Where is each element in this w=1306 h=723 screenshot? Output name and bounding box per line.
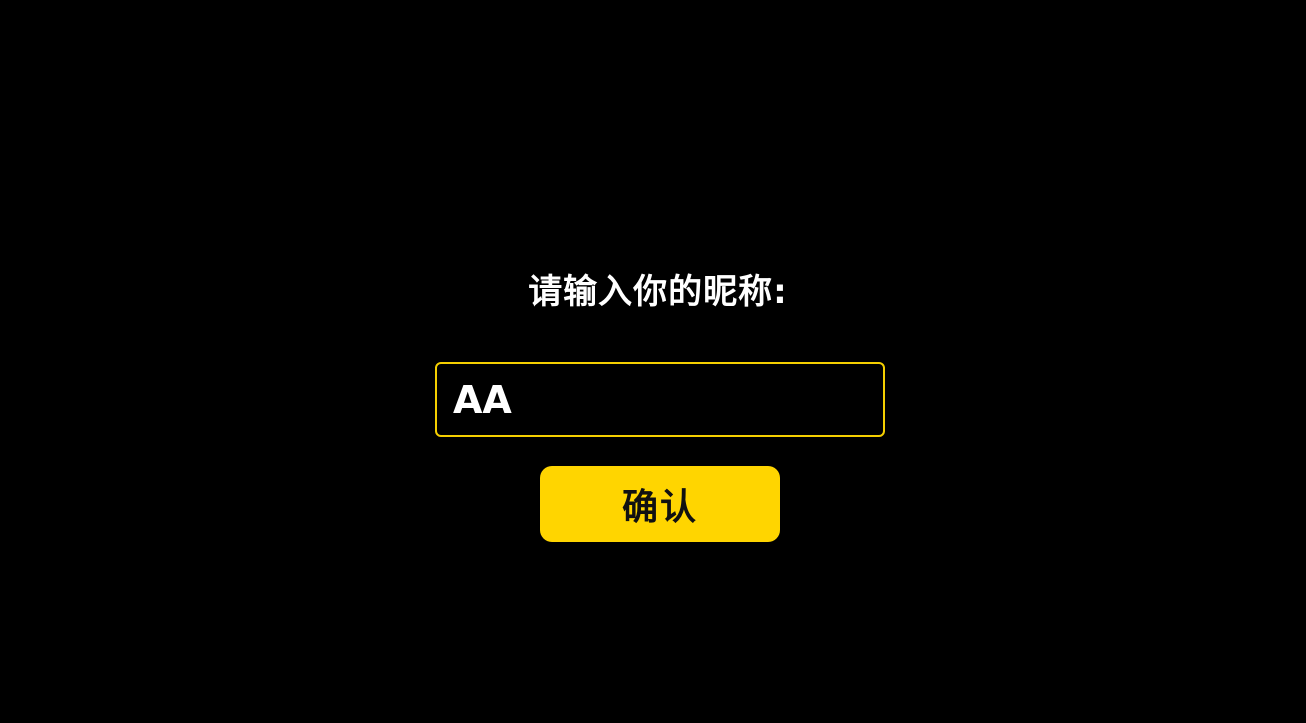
confirm-button[interactable]: 确认	[540, 466, 780, 542]
nickname-input[interactable]	[435, 362, 885, 437]
nickname-prompt: 请输入你的昵称:	[528, 271, 788, 312]
nickname-screen: 请输入你的昵称: 确认	[0, 0, 1306, 723]
